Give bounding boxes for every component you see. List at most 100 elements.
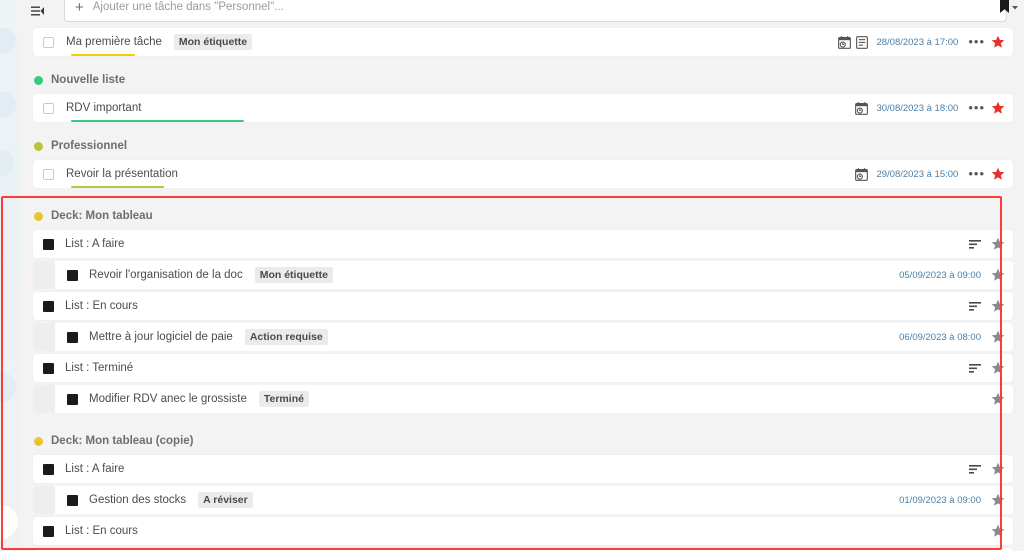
add-task-input[interactable]: + Ajouter une tâche dans "Personnel"... — [64, 0, 1007, 22]
deck-task-wrapper: Mettre à jour logiciel de paie Action re… — [33, 323, 1013, 351]
deck-task-title: Gestion des stocks — [89, 494, 187, 506]
task-color-underline — [71, 186, 164, 188]
deck-header[interactable]: Deck: Mon tableau (copie) — [20, 427, 1024, 455]
task-title: RDV important — [66, 102, 142, 114]
list-color-dot — [34, 141, 43, 151]
sort-lines-icon[interactable] — [969, 464, 981, 474]
deck-header[interactable]: Deck: Mon tableau — [20, 202, 1024, 230]
deck-list-row[interactable]: List : En cours — [33, 517, 1013, 545]
task-star-icon[interactable] — [991, 101, 1005, 115]
deck-list-label: List : A faire — [65, 238, 125, 250]
deck-list-checkbox[interactable] — [43, 362, 54, 374]
task-row[interactable]: Ma première tâche Mon étiquette 28/08/20… — [33, 28, 1013, 56]
task-row[interactable]: Revoir la présentation 29/08/2023 à 15:0… — [33, 160, 1013, 188]
deck-list-label: List : Terminé — [65, 362, 134, 374]
deck-list-row[interactable]: List : A faire — [33, 230, 1013, 258]
deck-task-checkbox[interactable] — [67, 269, 78, 281]
task-checkbox[interactable] — [43, 102, 54, 114]
note-icon[interactable] — [856, 35, 869, 49]
list-color-dot — [34, 75, 43, 85]
deck-list-checkbox[interactable] — [43, 238, 54, 250]
deck-list-row[interactable]: List : A faire — [33, 455, 1013, 483]
deck-title: Deck: Mon tableau — [51, 210, 153, 222]
deck-list-star-icon[interactable] — [991, 237, 1005, 251]
task-menu-button[interactable]: ••• — [968, 167, 985, 180]
deck-task-row[interactable]: Revoir l'organisation de la doc Mon étiq… — [55, 261, 1013, 289]
calendar-clock-icon[interactable] — [855, 167, 869, 181]
deck-task-row[interactable]: Gestion des stocks A réviser 01/09/2023 … — [55, 486, 1013, 514]
nest-indent-gutter — [33, 261, 55, 289]
deck-list-checkbox[interactable] — [43, 525, 54, 537]
section-header-professionnel[interactable]: Professionnel — [20, 132, 1024, 160]
nest-indent-gutter — [33, 385, 55, 413]
tasks-app-window: + Ajouter une tâche dans "Personnel"... … — [0, 0, 1024, 551]
sort-lines-icon[interactable] — [969, 363, 981, 373]
task-checkbox[interactable] — [43, 36, 54, 48]
deck-task-due-date: 01/09/2023 à 09:00 — [899, 494, 981, 506]
deck-task-tag: A réviser — [198, 492, 253, 508]
deck-task-wrapper: Gestion des stocks A réviser 01/09/2023 … — [33, 486, 1013, 514]
deck-task-checkbox[interactable] — [67, 331, 78, 343]
deck-task-row[interactable]: Modifier RDV anec le grossiste Terminé — [55, 385, 1013, 413]
calendar-clock-icon[interactable] — [855, 101, 869, 115]
deck-task-tag: Terminé — [258, 391, 309, 407]
nest-indent-gutter — [33, 323, 55, 351]
deck-list-star-icon[interactable] — [991, 299, 1005, 313]
deck-task-tag: Mon étiquette — [254, 267, 333, 283]
deck-list-label: List : En cours — [65, 300, 138, 312]
deck-list-label: List : A faire — [65, 463, 125, 475]
top-toolbar: + Ajouter une tâche dans "Personnel"... — [20, 0, 1024, 22]
task-menu-button[interactable]: ••• — [968, 35, 985, 48]
deck-task-due-date: 06/09/2023 à 08:00 — [899, 331, 981, 343]
task-color-underline — [71, 54, 135, 56]
deck-section-mon-tableau: Deck: Mon tableau List : A faire Revoir … — [20, 198, 1024, 413]
deck-section-mon-tableau-copie: Deck: Mon tableau (copie) List : A faire — [20, 423, 1024, 551]
task-title: Revoir la présentation — [66, 168, 178, 180]
task-due-date: 30/08/2023 à 18:00 — [876, 102, 959, 114]
deck-list-checkbox[interactable] — [43, 300, 54, 312]
deck-list-star-icon[interactable] — [991, 524, 1005, 538]
deck-task-title: Revoir l'organisation de la doc — [89, 269, 243, 281]
deck-task-wrapper: Revoir l'organisation de la doc Mon étiq… — [33, 261, 1013, 289]
deck-task-wrapper: Modifier RDV anec le grossiste Terminé — [33, 385, 1013, 413]
deck-title: Deck: Mon tableau (copie) — [51, 435, 194, 447]
task-due-date: 28/08/2023 à 17:00 — [876, 36, 959, 48]
section-title: Nouvelle liste — [51, 74, 126, 86]
deck-list-row[interactable]: List : En cours — [33, 292, 1013, 320]
deck-list-checkbox[interactable] — [43, 463, 54, 475]
task-due-date: 29/08/2023 à 15:00 — [876, 168, 959, 180]
deck-task-checkbox[interactable] — [67, 494, 78, 506]
deck-color-dot — [34, 211, 43, 221]
calendar-clock-icon[interactable] — [838, 35, 852, 49]
chevron-down-icon — [1012, 5, 1018, 9]
deck-task-star-icon[interactable] — [991, 268, 1005, 282]
deck-task-star-icon[interactable] — [991, 392, 1005, 406]
deck-list-star-icon[interactable] — [991, 462, 1005, 476]
sidebar-edge — [0, 0, 20, 551]
task-color-underline — [71, 120, 244, 122]
deck-color-dot — [34, 436, 43, 446]
bookmark-button[interactable] — [999, 0, 1018, 14]
deck-task-star-icon[interactable] — [991, 330, 1005, 344]
task-menu-button[interactable]: ••• — [968, 101, 985, 114]
bookmark-icon — [1000, 0, 1009, 13]
deck-task-checkbox[interactable] — [67, 393, 78, 405]
deck-task-tag: Action requise — [244, 329, 328, 345]
nest-indent-gutter — [33, 486, 55, 514]
task-row[interactable]: RDV important 30/08/2023 à 18:00 ••• — [33, 94, 1013, 122]
deck-task-star-icon[interactable] — [991, 493, 1005, 507]
task-tag: Mon étiquette — [173, 34, 253, 50]
section-header-nouvelle-liste[interactable]: Nouvelle liste — [20, 66, 1024, 94]
deck-list-star-icon[interactable] — [991, 361, 1005, 375]
deck-task-row[interactable]: Mettre à jour logiciel de paie Action re… — [55, 323, 1013, 351]
deck-list-row[interactable]: List : Terminé — [33, 354, 1013, 382]
deck-task-title: Mettre à jour logiciel de paie — [89, 331, 233, 343]
task-star-icon[interactable] — [991, 167, 1005, 181]
sort-lines-icon[interactable] — [969, 301, 981, 311]
task-checkbox[interactable] — [43, 168, 54, 180]
deck-task-title: Modifier RDV anec le grossiste — [89, 393, 247, 405]
task-star-icon[interactable] — [991, 35, 1005, 49]
deck-task-due-date: 05/09/2023 à 09:00 — [899, 269, 981, 281]
sidebar-collapse-icon[interactable] — [26, 0, 48, 22]
sort-lines-icon[interactable] — [969, 239, 981, 249]
